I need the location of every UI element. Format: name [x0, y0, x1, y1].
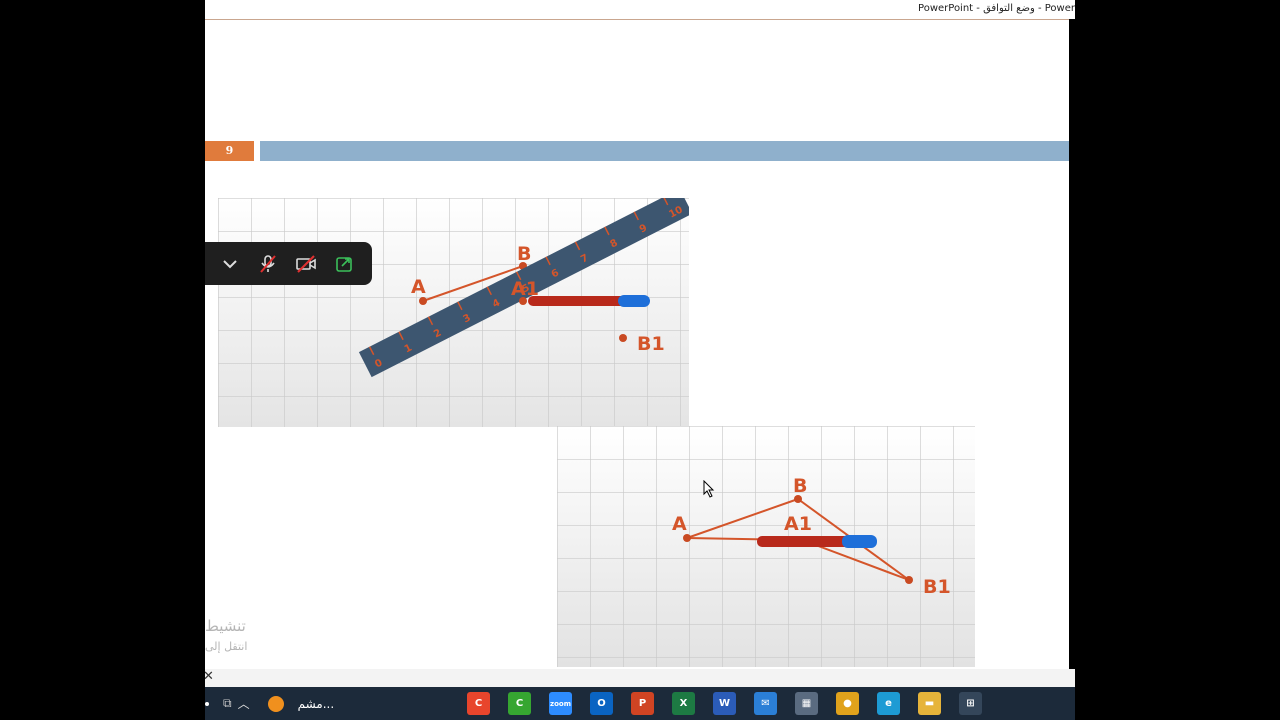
excel-icon[interactable]: X	[672, 692, 695, 715]
video-off-icon[interactable]	[295, 253, 317, 275]
mic-muted-icon[interactable]	[257, 253, 279, 275]
pen-tip	[842, 535, 877, 548]
outlook-icon[interactable]: O	[590, 692, 613, 715]
label-b: B	[517, 243, 531, 265]
file-explorer-icon[interactable]: ▬	[918, 692, 941, 715]
screen-area: PowerPoint - وضع التوافق - Power 9 01234…	[205, 0, 1075, 720]
taskbar-apps: C Czoom O P X W ✉ ▦ ● e ▬ ⊞	[467, 687, 982, 720]
label-a1: A1	[784, 513, 812, 535]
label-b1: B1	[923, 576, 951, 598]
tray-label[interactable]: مشم...	[298, 697, 335, 711]
point-a	[683, 534, 691, 542]
chrome-icon[interactable]: ●	[836, 692, 859, 715]
activation-watermark-title: تنشيط	[205, 617, 246, 635]
mouse-cursor-icon	[703, 480, 715, 498]
figure-bottom: A B A1 B1	[557, 426, 975, 667]
store-icon[interactable]: ▦	[795, 692, 818, 715]
label-a: A	[672, 513, 687, 535]
window-title: PowerPoint - وضع التوافق - Power	[918, 3, 1075, 14]
label-b: B	[793, 475, 807, 497]
edge-icon[interactable]: e	[877, 692, 900, 715]
powerpoint-icon[interactable]: P	[631, 692, 654, 715]
weather-icon[interactable]	[267, 695, 284, 712]
pen-tip	[618, 295, 650, 307]
camtasia-icon[interactable]: C	[467, 692, 490, 715]
zoom-icon[interactable]: zoom	[549, 692, 572, 715]
notification-strip	[205, 669, 1075, 687]
figure-top: 012345678910 A B A1 B1	[218, 198, 689, 427]
camtasia-recorder-icon[interactable]: C	[508, 692, 531, 715]
title-bar: PowerPoint - وضع التوافق - Power	[205, 0, 1075, 20]
chevron-down-icon[interactable]	[219, 253, 241, 275]
point-a	[419, 297, 427, 305]
label-a: A	[411, 276, 426, 298]
label-a1: A1	[511, 278, 539, 300]
share-screen-icon[interactable]	[333, 253, 355, 275]
point-b1	[905, 576, 913, 584]
task-view-icon[interactable]: ⊞	[959, 692, 982, 715]
close-icon[interactable]: ✕	[205, 669, 214, 684]
system-tray: ⧉ ︿ مشم...	[205, 687, 334, 720]
word-icon[interactable]: W	[713, 692, 736, 715]
tray-dot-icon[interactable]	[205, 701, 209, 706]
point-b1	[619, 334, 627, 342]
activation-watermark-subtitle: انتقل إلى	[205, 640, 248, 653]
mail-icon[interactable]: ✉	[754, 692, 777, 715]
slide-header-bar	[260, 141, 1075, 161]
zoom-floating-controls	[205, 242, 372, 285]
chevron-up-icon[interactable]: ︿	[238, 695, 250, 712]
letterbox-right	[1069, 19, 1280, 669]
meet-now-icon[interactable]: ⧉	[223, 696, 232, 711]
taskbar: ⧉ ︿ مشم... C Czoom O P X W ✉ ▦ ● e ▬ ⊞	[205, 687, 1075, 720]
slide-number: 9	[205, 141, 254, 161]
label-b1: B1	[637, 333, 665, 355]
